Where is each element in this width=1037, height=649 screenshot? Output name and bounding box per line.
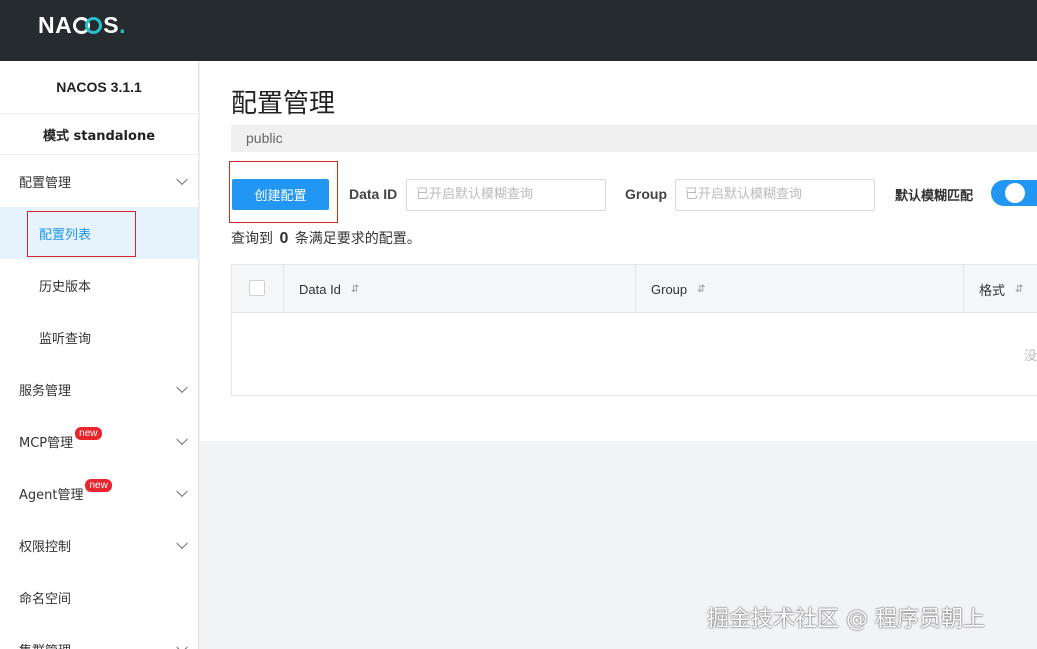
page-title: 配置管理 <box>231 89 336 119</box>
dataid-label: Data ID <box>349 186 398 202</box>
sort-icon[interactable]: ⇵ <box>697 284 705 295</box>
chevron-down-icon <box>176 485 188 498</box>
menu-label: Agent管理 <box>19 487 84 503</box>
column-label: 格式 <box>979 282 1006 298</box>
sidebar: NACOS 3.1.1 模式 standalone 配置管理 配置列表 历史版本… <box>0 61 199 649</box>
menu-label: 命名空间 <box>19 591 72 607</box>
main-content: 配置管理 public 创建配置 Data ID 已开启默认模糊查询 Group… <box>200 61 1037 441</box>
mode-label: 模式 standalone <box>0 114 198 155</box>
menu-label: 权限控制 <box>19 539 72 555</box>
fuzzy-match-label: 默认模糊匹配 <box>895 189 974 204</box>
menu-config-list[interactable]: 配置列表 <box>0 207 198 259</box>
menu-label: 服务管理 <box>19 383 72 399</box>
menu-label: 监听查询 <box>39 331 92 347</box>
group-input[interactable]: 已开启默认模糊查询 <box>675 179 875 211</box>
menu-namespace[interactable]: 命名空间 <box>0 571 198 623</box>
result-summary: 查询到 0 条满足要求的配置。 <box>231 228 421 248</box>
chevron-down-icon <box>176 433 188 446</box>
nacos-logo[interactable]: NA S. <box>38 12 126 38</box>
logo-rings-icon <box>73 16 103 34</box>
top-header: NA S. <box>0 0 1037 61</box>
chevron-down-icon <box>176 173 188 186</box>
new-badge: new <box>75 426 102 440</box>
chevron-down-icon <box>176 381 188 394</box>
empty-text: 没 <box>1024 349 1037 364</box>
menu-auth-control[interactable]: 权限控制 <box>0 519 198 571</box>
result-suffix: 条满足要求的配置。 <box>294 231 421 247</box>
result-prefix: 查询到 <box>231 231 273 247</box>
column-format[interactable]: 格式 ⇵ <box>963 265 1037 313</box>
menu-config-management[interactable]: 配置管理 <box>0 155 198 207</box>
watermark: 掘金技术社区 @ 程序员朝上 <box>707 607 985 632</box>
config-table: Data Id ⇵ Group ⇵ 格式 ⇵ 没 <box>231 264 1037 396</box>
menu-mcp-management[interactable]: MCP管理 new <box>0 415 198 467</box>
result-count: 0 <box>279 230 289 247</box>
menu-label: 配置列表 <box>39 227 92 243</box>
version-label: NACOS 3.1.1 <box>0 61 198 114</box>
menu-service-management[interactable]: 服务管理 <box>0 363 198 415</box>
sort-icon[interactable]: ⇵ <box>351 284 359 295</box>
sort-icon[interactable]: ⇵ <box>1015 284 1023 295</box>
namespace-bar[interactable]: public <box>231 125 1037 152</box>
menu-label: MCP管理 <box>19 435 74 451</box>
menu-label: 配置管理 <box>19 175 72 191</box>
column-label: Data Id <box>299 281 341 297</box>
menu-history-version[interactable]: 历史版本 <box>0 259 198 311</box>
menu-cluster-management[interactable]: 集群管理 <box>0 623 198 649</box>
column-group[interactable]: Group ⇵ <box>635 265 963 313</box>
menu-listen-query[interactable]: 监听查询 <box>0 311 198 363</box>
chevron-down-icon <box>176 641 188 649</box>
fuzzy-match-toggle[interactable] <box>991 180 1037 206</box>
new-badge: new <box>85 478 112 492</box>
group-label: Group <box>625 186 667 202</box>
dataid-input[interactable]: 已开启默认模糊查询 <box>406 179 606 211</box>
table-header: Data Id ⇵ Group ⇵ 格式 ⇵ <box>232 265 1037 313</box>
menu-agent-management[interactable]: Agent管理 new <box>0 467 198 519</box>
menu-label: 集群管理 <box>19 640 71 649</box>
select-all-checkbox[interactable] <box>249 280 265 296</box>
chevron-down-icon <box>176 537 188 550</box>
column-label: Group <box>651 281 688 297</box>
menu-label: 历史版本 <box>39 279 92 295</box>
column-data-id[interactable]: Data Id ⇵ <box>283 265 635 313</box>
create-config-button[interactable]: 创建配置 <box>232 179 329 210</box>
